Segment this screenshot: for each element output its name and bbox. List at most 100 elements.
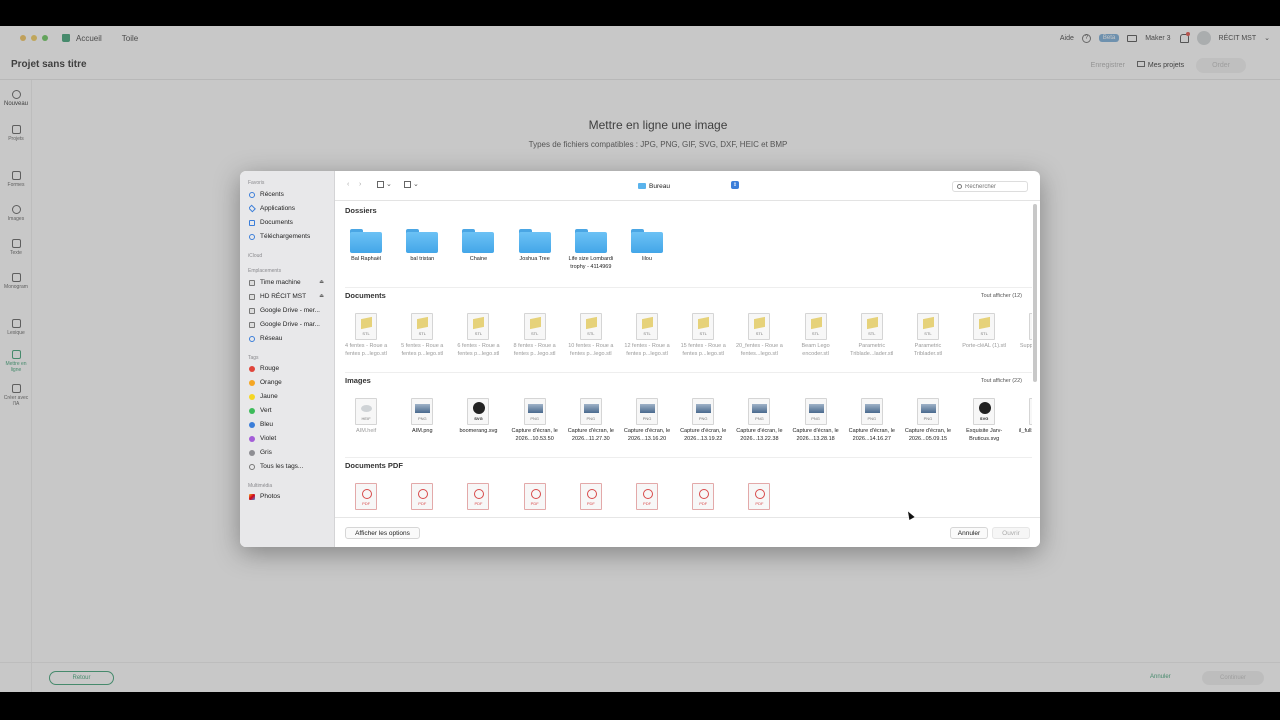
file-name: Life size Lombardi trophy - 4114969	[568, 256, 614, 270]
file-item[interactable]: PDF	[507, 483, 563, 510]
file-item[interactable]: STL Support pour p...	[1012, 313, 1032, 358]
section-title-documents: Documents	[345, 291, 386, 300]
section-title-pdfs: Documents PDF	[345, 461, 403, 470]
sidebar-item-label: Téléchargements	[260, 233, 311, 240]
file-item[interactable]: HEIF AIM.heif	[338, 398, 394, 443]
search-input[interactable]	[965, 183, 1025, 190]
file-name: bal tristan	[410, 256, 435, 262]
file-item[interactable]: PNG Capture d'écran, le 2026...10.53.50	[507, 398, 563, 443]
sidebar-item-tag-orange[interactable]: Orange	[249, 377, 333, 388]
file-name: Capture d'écran, le 2026...13.19.22	[680, 428, 727, 442]
file-item[interactable]: PDF	[731, 483, 787, 510]
eject-icon[interactable]: ⏏	[319, 293, 324, 299]
file-item[interactable]: PNG Capture d'écran, le 2026...11.27.30	[563, 398, 619, 443]
file-item[interactable]: PDF	[450, 483, 506, 510]
eject-icon[interactable]: ⏏	[319, 279, 324, 285]
location-popup[interactable]: Bureau ⇕	[638, 181, 739, 191]
sidebar-item-tag-yellow[interactable]: Jaune	[249, 391, 333, 402]
sidebar-item-google-drive-2[interactable]: Google Drive - mar...	[249, 319, 333, 330]
forward-nav-button[interactable]: ›	[359, 181, 361, 188]
png-file-icon: PNG	[860, 398, 883, 425]
file-item[interactable]: STL 15 fentes - Roue a fentes p...lego.st…	[675, 313, 731, 358]
file-item[interactable]: Bal Raphaël	[338, 229, 394, 271]
sidebar-item-tag-gray[interactable]: Gris	[249, 447, 333, 458]
file-item[interactable]: PNG Capture d'écran, le 2026...13.22.38	[731, 398, 787, 443]
tag-dot-icon	[249, 407, 255, 414]
file-item[interactable]: PNG Capture d'écran, le 2026...13.19.22	[675, 398, 731, 443]
sidebar-item-network[interactable]: Réseau	[249, 333, 333, 344]
stl-file-icon: STL	[748, 313, 771, 340]
file-item[interactable]: STL 10 fentes - Roue a fentes p...lego.st…	[563, 313, 619, 358]
icon-view-icon	[377, 180, 384, 188]
file-item[interactable]: bal tristan	[394, 229, 450, 271]
group-mode-button[interactable]: ⌄	[404, 180, 419, 188]
tag-dot-icon	[249, 365, 255, 372]
sidebar-item-label: Violet	[260, 435, 277, 442]
file-item[interactable]: STL 4 fentes - Roue a fentes p...lego.stl	[338, 313, 394, 358]
file-item[interactable]: STL Porte-cléAL (1).stl	[956, 313, 1012, 358]
file-item[interactable]: STL Parametric Triblader.stl	[900, 313, 956, 358]
dialog-main: ‹ › ⌄ ⌄ Bureau ⇕ Dossiers Bal Raphaël bal…	[335, 171, 1040, 547]
sidebar-item-tag-green[interactable]: Vert	[249, 405, 333, 416]
sidebar-item-downloads[interactable]: Téléchargements	[249, 231, 333, 242]
dialog-cancel-button[interactable]: Annuler	[950, 527, 988, 539]
sidebar-item-documents[interactable]: Documents	[249, 217, 333, 228]
file-item[interactable]: STL 5 fentes - Roue a fentes p...lego.stl	[394, 313, 450, 358]
view-mode-button[interactable]: ⌄	[377, 180, 392, 188]
tags-icon	[249, 463, 255, 470]
sidebar-item-all-tags[interactable]: Tous les tags...	[249, 461, 333, 472]
file-item[interactable]: lilou	[619, 229, 675, 271]
sidebar-item-photos[interactable]: Photos	[249, 491, 333, 502]
file-name: AIM.png	[412, 428, 433, 434]
sidebar-item-tag-purple[interactable]: Violet	[249, 433, 333, 444]
file-item[interactable]: PNG Capture d'écran, le 2026...14.16.27	[844, 398, 900, 443]
file-item[interactable]: PDF	[338, 483, 394, 510]
vertical-scrollbar[interactable]	[1033, 204, 1037, 382]
sidebar-item-tag-blue[interactable]: Bleu	[249, 419, 333, 430]
sidebar-item-applications[interactable]: Applications	[249, 203, 333, 214]
file-item[interactable]: PDF	[675, 483, 731, 510]
folder-icon	[638, 183, 646, 189]
sidebar-item-label: Applications	[260, 205, 296, 212]
file-item[interactable]: PNG il_fullxf... 2304_...	[1012, 398, 1032, 443]
folder-icon	[350, 229, 383, 253]
png-file-icon: PNG	[579, 398, 602, 425]
file-item[interactable]: Life size Lombardi trophy - 4114969	[563, 229, 619, 271]
show-all-images[interactable]: Tout afficher (22)	[981, 378, 1022, 384]
applications-icon	[249, 204, 256, 213]
file-item[interactable]: STL Parametric Triblade...lader.stl	[844, 313, 900, 358]
file-item[interactable]: STL 6 fentes - Roue a fentes p...lego.stl	[450, 313, 506, 358]
sidebar-item-label: Documents	[260, 219, 293, 226]
file-item[interactable]: PDF	[563, 483, 619, 510]
sidebar-item-tag-red[interactable]: Rouge	[249, 363, 333, 374]
file-item[interactable]: STL Beam Lego encoder.stl	[788, 313, 844, 358]
file-item[interactable]: SVG boomerang.svg	[450, 398, 506, 443]
show-options-button[interactable]: Afficher les options	[345, 527, 420, 539]
sidebar-item-label: Récents	[260, 191, 284, 198]
chevron-down-icon: ⌄	[386, 181, 392, 188]
file-item[interactable]: PNG Capture d'écran, le 2026...13.28.18	[788, 398, 844, 443]
sidebar-item-label: Jaune	[260, 393, 278, 400]
stl-file-icon: STL	[355, 313, 378, 340]
file-item[interactable]: STL 12 fentes - Roue a fentes p...lego.st…	[619, 313, 675, 358]
sidebar-item-label: HD RÉCIT MST	[260, 293, 307, 300]
show-all-documents[interactable]: Tout afficher (12)	[981, 293, 1022, 299]
file-item[interactable]: STL 20_fentes - Roue a fentes...lego.stl	[731, 313, 787, 358]
file-item[interactable]: PNG Capture d'écran, le 2026...05.09.15	[900, 398, 956, 443]
file-item[interactable]: PNG Capture d'écran, le 2026...13.16.20	[619, 398, 675, 443]
file-name: Capture d'écran, le 2026...11.27.30	[567, 428, 614, 442]
file-item[interactable]: SVG Exquisite Jarv-Bruticus.svg	[956, 398, 1012, 443]
folder-icon	[574, 229, 607, 253]
svg-file-icon: SVG	[467, 398, 490, 425]
sidebar-item-google-drive-1[interactable]: Google Drive - mer...	[249, 305, 333, 316]
back-nav-button[interactable]: ‹	[347, 181, 349, 188]
dialog-open-button[interactable]: Ouvrir	[992, 527, 1030, 539]
file-item[interactable]: PNG AIM.png	[394, 398, 450, 443]
sidebar-item-recents[interactable]: Récents	[249, 189, 333, 200]
file-item[interactable]: PDF	[619, 483, 675, 510]
file-name: AIM.heif	[356, 428, 377, 434]
file-item[interactable]: Joshua Tree	[507, 229, 563, 271]
file-item[interactable]: STL 8 fentes - Roue a fentes p...lego.stl	[507, 313, 563, 358]
file-item[interactable]: PDF	[394, 483, 450, 510]
file-item[interactable]: Chaine	[450, 229, 506, 271]
